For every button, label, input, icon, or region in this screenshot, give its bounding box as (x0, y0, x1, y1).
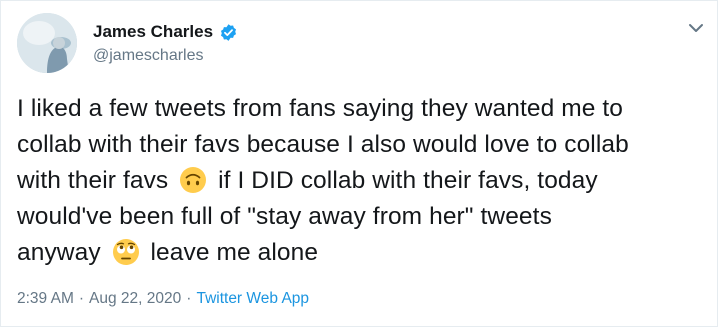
tweet-text-segment: anyway (17, 239, 101, 266)
face-with-rolling-eyes-emoji (112, 238, 140, 266)
tweet-text-segment: collab with their favs because I also wo… (17, 131, 629, 158)
handle[interactable]: @jamescharles (93, 47, 238, 65)
display-name[interactable]: James Charles (93, 22, 213, 42)
tweet-line: I liked a few tweets from fans saying th… (17, 91, 707, 127)
verified-badge-icon (219, 23, 238, 42)
tweet-line: would've been full of "stay away from he… (17, 199, 707, 235)
tweet-source-link[interactable]: Twitter Web App (196, 290, 309, 307)
tweet-text-segment: would've been full of "stay away from he… (17, 203, 552, 230)
tweet-header: James Charles @jamescharles (17, 13, 707, 73)
tweet-date[interactable]: Aug 22, 2020 (89, 290, 181, 307)
author-names: James Charles @jamescharles (93, 21, 238, 65)
tweet-text-segment: if I DID collab with their favs, today (218, 167, 598, 194)
tweet-text: I liked a few tweets from fans saying th… (17, 91, 707, 271)
tweet-line: anyway leave me alone (17, 235, 707, 271)
tweet-meta: 2:39 AM · Aug 22, 2020 · Twitter Web App (17, 290, 309, 308)
tweet-text-segment: leave me alone (150, 239, 319, 266)
tweet-line: with their favs if I DID collab with the… (17, 163, 707, 199)
chevron-down-icon[interactable] (685, 17, 707, 39)
avatar[interactable] (17, 13, 77, 73)
tweet-card: James Charles @jamescharles I liked a fe… (0, 0, 718, 327)
tweet-text-segment: with their favs (17, 167, 169, 194)
upside-down-face-emoji (179, 166, 207, 194)
tweet-text-segment: I liked a few tweets from fans saying th… (17, 95, 624, 122)
meta-separator: · (78, 290, 85, 307)
tweet-line: collab with their favs because I also wo… (17, 127, 707, 163)
tweet-time[interactable]: 2:39 AM (17, 290, 74, 307)
meta-separator: · (186, 290, 192, 307)
